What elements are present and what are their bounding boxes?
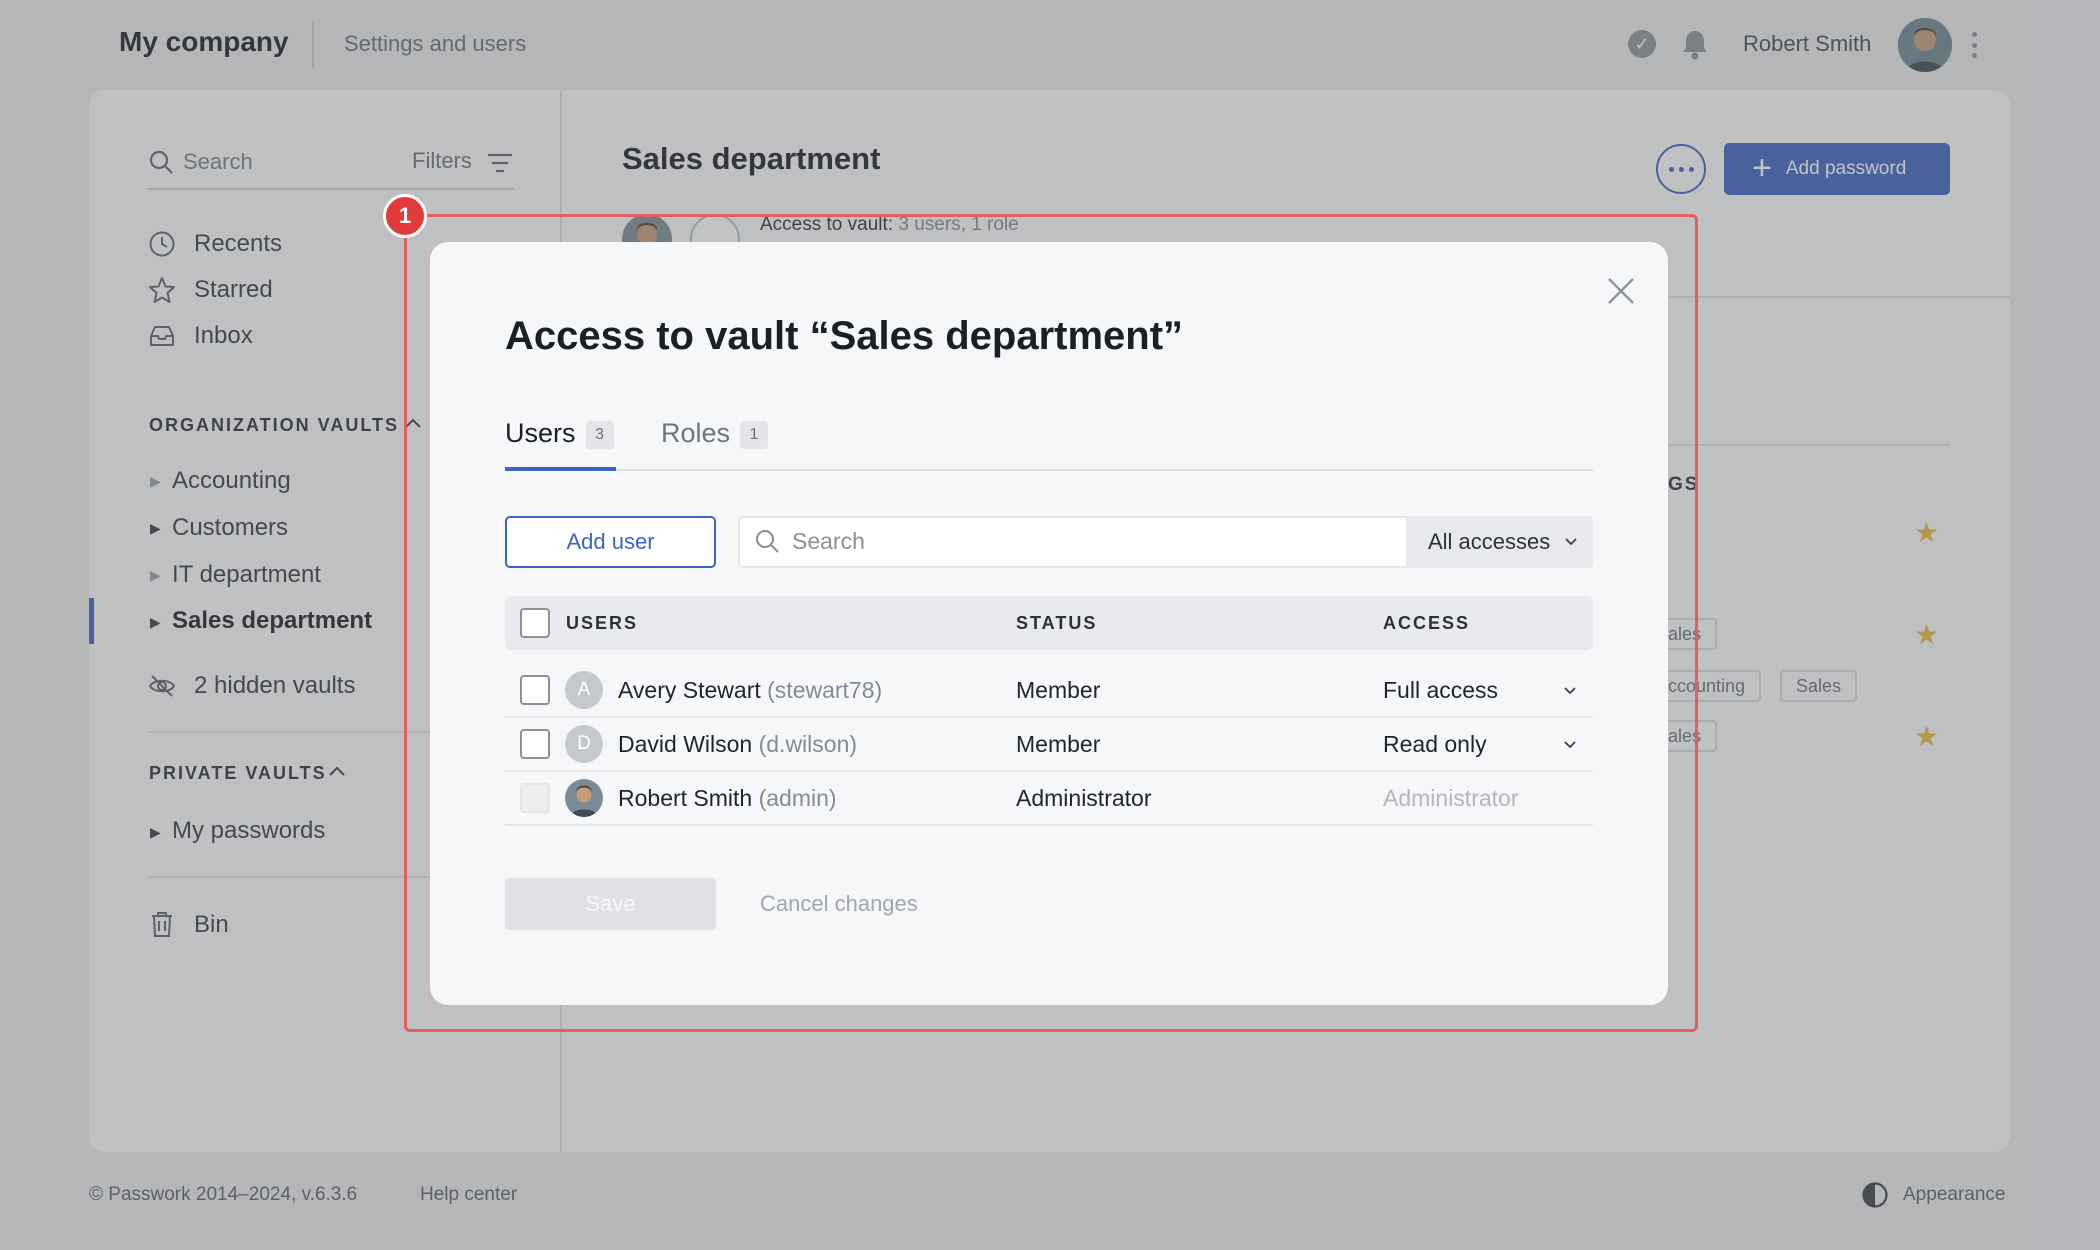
user-login: (d.wilson): [758, 731, 858, 757]
chevron-down-icon[interactable]: [1563, 686, 1577, 696]
access-filter-select[interactable]: All accesses: [1406, 516, 1593, 568]
user-login: (stewart78): [767, 677, 883, 703]
avatar: [565, 779, 603, 817]
avatar: A: [565, 671, 603, 709]
user-fullname: David Wilson: [618, 731, 753, 757]
access-level-select[interactable]: Full access: [1383, 677, 1583, 704]
active-tab-indicator: [505, 467, 616, 471]
access-filter-value: All accesses: [1428, 529, 1551, 554]
tabs-divider: [505, 469, 1593, 471]
close-icon[interactable]: [1604, 274, 1638, 308]
dialog-title: Access to vault “Sales department”: [505, 314, 1184, 358]
search-placeholder: Search: [792, 528, 865, 554]
row-checkbox[interactable]: [520, 729, 550, 759]
user-name: David Wilson (d.wilson): [618, 731, 857, 758]
cancel-changes-button[interactable]: Cancel changes: [760, 891, 918, 917]
count-badge: 1: [740, 421, 769, 449]
access-level-value: Read only: [1383, 731, 1487, 757]
user-name: Avery Stewart (stewart78): [618, 677, 882, 704]
column-header-access[interactable]: ACCESS: [1383, 613, 1470, 634]
tab-users-label: Users: [505, 418, 576, 448]
add-user-button[interactable]: Add user: [505, 516, 716, 568]
user-fullname: Robert Smith: [618, 785, 753, 811]
chevron-down-icon[interactable]: [1563, 740, 1577, 750]
column-header-users[interactable]: USERS: [566, 613, 638, 634]
row-checkbox: [520, 783, 550, 813]
access-level-value: Administrator: [1383, 785, 1519, 811]
row-checkbox[interactable]: [520, 675, 550, 705]
row-divider: [505, 770, 1593, 772]
row-divider: [505, 716, 1593, 718]
count-badge: 3: [585, 421, 614, 449]
user-name: Robert Smith (admin): [618, 785, 837, 812]
tab-users[interactable]: Users 3: [505, 418, 614, 449]
avatar: D: [565, 725, 603, 763]
column-header-status[interactable]: STATUS: [1016, 613, 1097, 634]
select-all-checkbox[interactable]: [520, 608, 550, 638]
user-fullname: Avery Stewart: [618, 677, 761, 703]
user-status: Member: [1016, 677, 1101, 703]
access-level-select[interactable]: Read only: [1383, 731, 1583, 758]
search-icon: [755, 529, 779, 553]
chevron-down-icon: [1565, 538, 1577, 546]
user-login: (admin): [758, 785, 837, 811]
row-divider: [505, 824, 1593, 826]
user-status: Member: [1016, 731, 1101, 757]
tab-roles-label: Roles: [661, 418, 731, 448]
access-level-value: Full access: [1383, 677, 1499, 703]
tab-roles[interactable]: Roles 1: [661, 418, 769, 449]
save-button[interactable]: Save: [505, 878, 716, 930]
step-number-badge: 1: [383, 194, 427, 238]
user-status: Administrator: [1016, 785, 1152, 811]
